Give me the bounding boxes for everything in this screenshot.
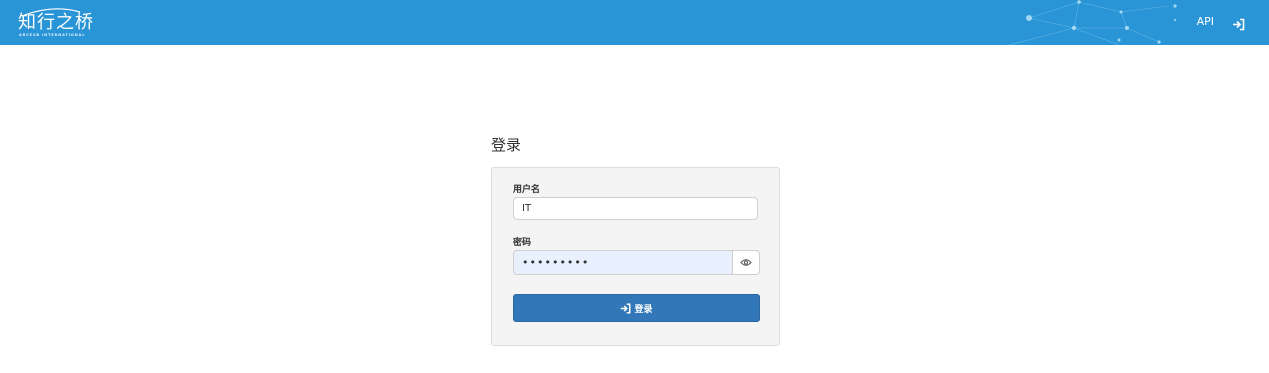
page-title: 登录 <box>491 136 522 154</box>
brand-logo[interactable]: 知行之桥 ARCESB INTERNATIONAL <box>18 4 98 38</box>
login-button[interactable]: 登录 <box>513 294 760 322</box>
password-label: 密码 <box>513 238 532 248</box>
login-button-label: 登录 <box>634 304 653 315</box>
username-input[interactable] <box>513 197 758 220</box>
sign-in-icon <box>621 303 631 313</box>
sign-in-icon[interactable] <box>1232 16 1245 30</box>
logo-text: 知行之桥 <box>18 12 94 33</box>
password-group <box>513 250 760 275</box>
navbar-right-links: API <box>1197 14 1245 30</box>
top-navbar: 知行之桥 ARCESB INTERNATIONAL API <box>0 0 1269 45</box>
toggle-password-button[interactable] <box>732 250 760 275</box>
api-link[interactable]: API <box>1197 14 1214 30</box>
eye-icon <box>740 259 752 266</box>
login-section: 登录 用户名 密码 登录 <box>491 134 780 346</box>
logo-subtitle: ARCESB INTERNATIONAL <box>19 33 86 37</box>
login-panel: 用户名 密码 登录 <box>491 167 780 346</box>
password-input[interactable] <box>513 250 732 275</box>
username-label: 用户名 <box>513 185 541 195</box>
